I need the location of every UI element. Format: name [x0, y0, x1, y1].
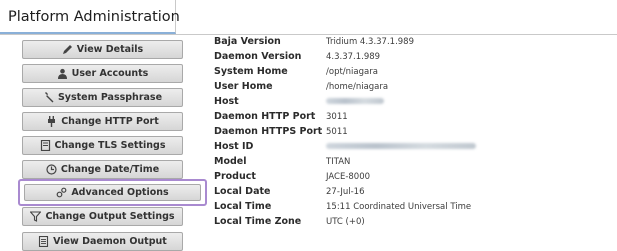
detail-row-model: Model TITAN — [214, 155, 614, 169]
detail-row-host: Host — [214, 95, 614, 109]
plug-icon — [46, 116, 57, 127]
detail-row-local-time: Local Time 15:11 Coordinated Universal T… — [214, 200, 614, 214]
clock-icon — [46, 164, 57, 175]
redacted-value — [326, 143, 476, 149]
detail-key: Daemon Version — [214, 51, 302, 62]
detail-row-daemon-version: Daemon Version 4.3.37.1.989 — [214, 50, 614, 64]
detail-row-user-home: User Home /home/niagara — [214, 80, 614, 94]
system-passphrase-label: System Passphrase — [57, 92, 163, 103]
detail-key: User Home — [214, 81, 273, 92]
gears-icon — [56, 187, 67, 198]
view-daemon-output-button[interactable]: View Daemon Output — [22, 232, 183, 251]
detail-row-system-home: System Home /opt/niagara — [214, 65, 614, 79]
view-details-button[interactable]: View Details — [22, 40, 183, 59]
sidebar: View Details User Accounts System Passph… — [0, 35, 207, 251]
detail-key: Local Time Zone — [214, 216, 302, 227]
tab-platform-administration[interactable]: Platform Administration — [0, 0, 180, 34]
change-http-port-button[interactable]: Change HTTP Port — [22, 112, 183, 131]
detail-key: Daemon HTTP Port — [214, 111, 316, 122]
pencil-icon — [62, 44, 73, 55]
system-passphrase-button[interactable]: System Passphrase — [22, 88, 183, 107]
detail-value: Tridium 4.3.37.1.989 — [326, 37, 414, 47]
detail-row-local-time-zone: Local Time Zone UTC (+0) — [214, 215, 614, 229]
detail-key: Product — [214, 171, 256, 182]
detail-value: 5011 — [326, 127, 348, 137]
detail-value: 15:11 Coordinated Universal Time — [326, 202, 472, 212]
detail-row-product: Product JACE-8000 — [214, 170, 614, 184]
detail-row-local-date: Local Date 27-Jul-16 — [214, 185, 614, 199]
change-output-settings-label: Change Output Settings — [45, 211, 175, 222]
detail-row-host-id: Host ID — [214, 140, 614, 154]
detail-key: System Home — [214, 66, 288, 77]
wrench-icon — [43, 92, 54, 103]
detail-value: 3011 — [326, 112, 348, 122]
detail-value: 4.3.37.1.989 — [326, 52, 381, 62]
detail-value: UTC (+0) — [326, 217, 365, 227]
detail-key: Host ID — [214, 141, 254, 152]
detail-row-daemon-http-port: Daemon HTTP Port 3011 — [214, 110, 614, 124]
detail-value: JACE-8000 — [326, 172, 371, 182]
detail-key: Local Date — [214, 186, 271, 197]
user-accounts-label: User Accounts — [71, 68, 149, 79]
change-output-settings-button[interactable]: Change Output Settings — [22, 207, 183, 226]
user-accounts-button[interactable]: User Accounts — [22, 64, 183, 83]
detail-value: /opt/niagara — [326, 67, 378, 77]
change-date-time-button[interactable]: Change Date/Time — [22, 160, 183, 179]
filter-icon — [30, 211, 42, 222]
document-icon — [38, 236, 49, 247]
detail-row-daemon-https-port: Daemon HTTPS Port 5011 — [214, 125, 614, 139]
advanced-options-button-face: Advanced Options — [24, 184, 201, 201]
detail-value: 27-Jul-16 — [326, 187, 365, 197]
change-http-port-label: Change HTTP Port — [61, 116, 159, 127]
change-tls-settings-button[interactable]: Change TLS Settings — [22, 136, 183, 155]
detail-row-baja-version: Baja Version Tridium 4.3.37.1.989 — [214, 35, 614, 49]
detail-key: Local Time — [214, 201, 272, 212]
detail-key: Daemon HTTPS Port — [214, 126, 323, 137]
change-tls-settings-label: Change TLS Settings — [54, 140, 166, 151]
view-details-label: View Details — [76, 44, 144, 55]
detail-key: Host — [214, 96, 239, 107]
detail-key: Baja Version — [214, 36, 281, 47]
advanced-options-label: Advanced Options — [71, 187, 169, 198]
view-daemon-output-label: View Daemon Output — [53, 236, 167, 247]
detail-value: TITAN — [326, 157, 351, 167]
certificate-icon — [40, 140, 51, 151]
user-icon — [57, 68, 68, 79]
detail-key: Model — [214, 156, 247, 167]
redacted-value — [326, 98, 384, 104]
advanced-options-button[interactable]: Advanced Options — [18, 179, 207, 206]
detail-value: /home/niagara — [326, 82, 389, 92]
change-date-time-label: Change Date/Time — [60, 164, 160, 175]
tab-strip: Platform Administration — [0, 0, 617, 35]
